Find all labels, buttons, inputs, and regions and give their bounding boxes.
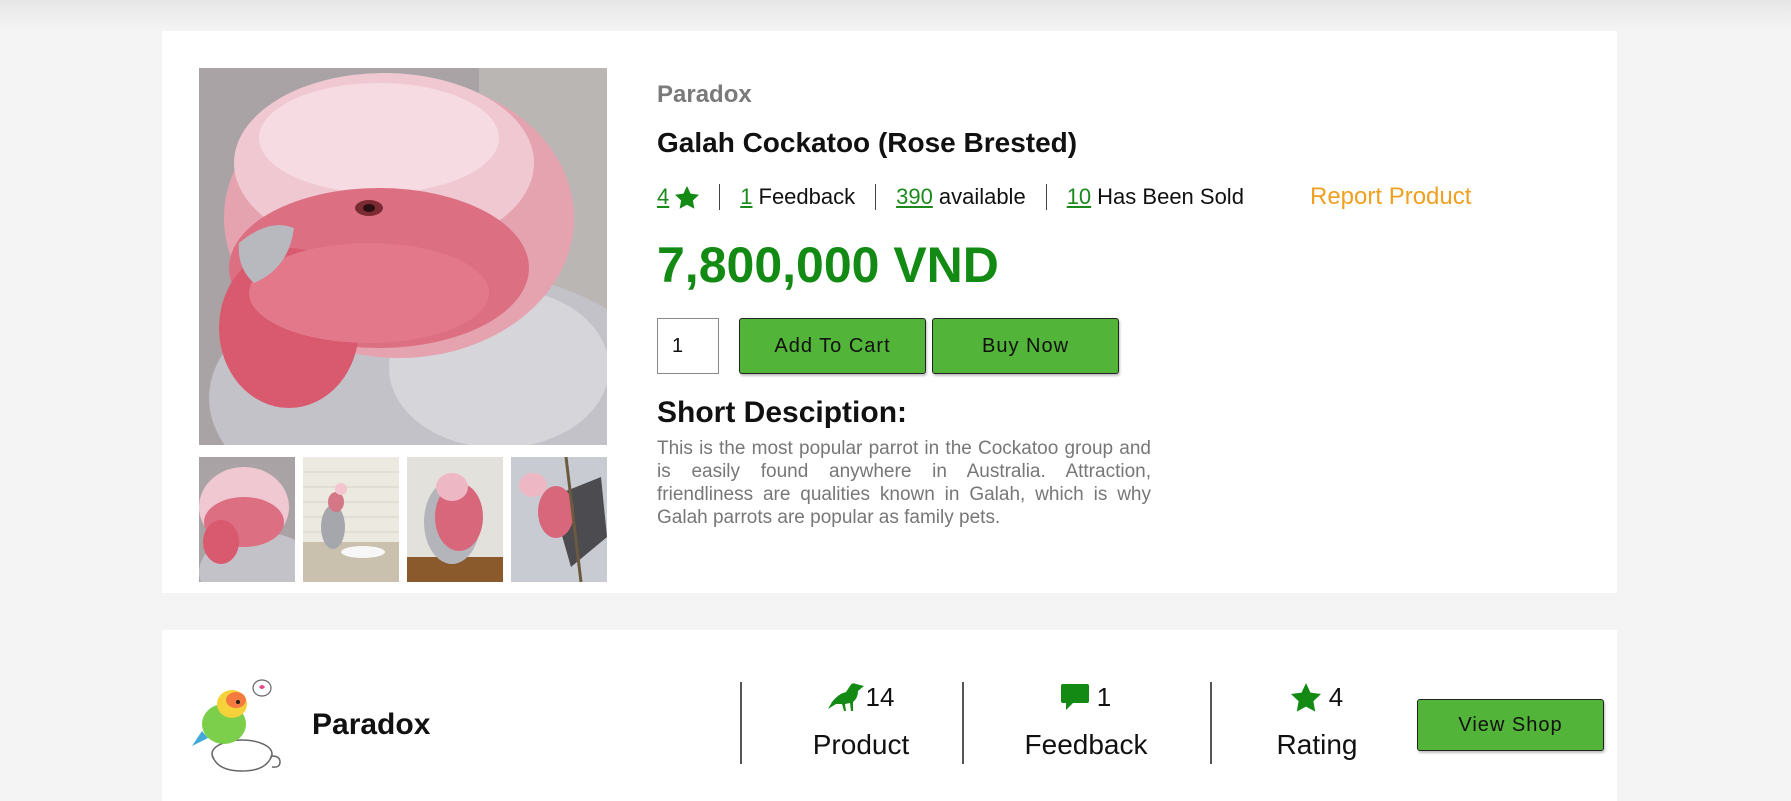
shop-product-stat: 14 Product [784,677,938,761]
shop-rating-value: 4 [1328,681,1344,712]
feedback-label: Feedback [758,184,856,209]
star-icon [1290,682,1321,712]
shop-avatar[interactable] [184,676,284,776]
thumbnail-1[interactable] [199,457,295,582]
shop-name[interactable]: Paradox [312,708,430,742]
thumbnail-3[interactable] [407,457,503,582]
chat-bubble-icon [1060,683,1089,711]
divider [962,682,964,764]
product-shop-name[interactable]: Paradox [657,81,752,109]
thumbnail-4[interactable] [511,457,607,582]
divider [740,682,742,764]
sold-label: Has Been Sold [1097,184,1244,209]
shop-product-count: 14 [865,681,895,712]
divider [1045,184,1047,210]
shop-product-label: Product [812,729,910,760]
product-main-image[interactable] [199,68,607,445]
thumbnail-2[interactable] [303,457,399,582]
sold-count-link[interactable]: 10 [1067,184,1091,210]
shop-rating-stat: 4 Rating [1242,677,1392,761]
report-product-link[interactable]: Report Product [1310,181,1471,213]
shop-feedback-count: 1 [1096,681,1112,712]
bird-icon [827,682,864,712]
add-to-cart-button[interactable]: Add To Cart [739,318,926,374]
divider [875,184,877,210]
product-stats-row: 4 1 Feedback 390 available 10 Has Been S… [657,181,1244,213]
top-shadow [0,0,1791,30]
quantity-input[interactable] [657,318,719,374]
product-title: Galah Cockatoo (Rose Brested) [657,127,1078,158]
product-price: 7,800,000 VND [657,237,999,293]
shop-rating-label: Rating [1276,729,1358,760]
shop-feedback-stat: 1 Feedback [1006,677,1166,761]
shop-feedback-label: Feedback [1024,729,1148,760]
available-label: available [938,184,1026,209]
available-count-link[interactable]: 390 [896,184,933,210]
thumbnail-strip [199,457,607,582]
shop-card: Paradox 14 Product 1 Feedback 4 Rating V… [162,630,1617,801]
divider [719,184,721,210]
buy-now-button[interactable]: Buy Now [932,318,1119,374]
star-icon [675,185,700,209]
view-shop-button[interactable]: View Shop [1417,699,1604,751]
product-card: Paradox Galah Cockatoo (Rose Brested) 4 … [162,31,1617,593]
short-description-text: This is the most popular parrot in the C… [657,438,1151,528]
divider [1210,682,1212,764]
short-description-title: Short Desciption: [657,396,908,429]
rating-value-link[interactable]: 4 [657,184,669,210]
feedback-count-link[interactable]: 1 [740,184,752,210]
